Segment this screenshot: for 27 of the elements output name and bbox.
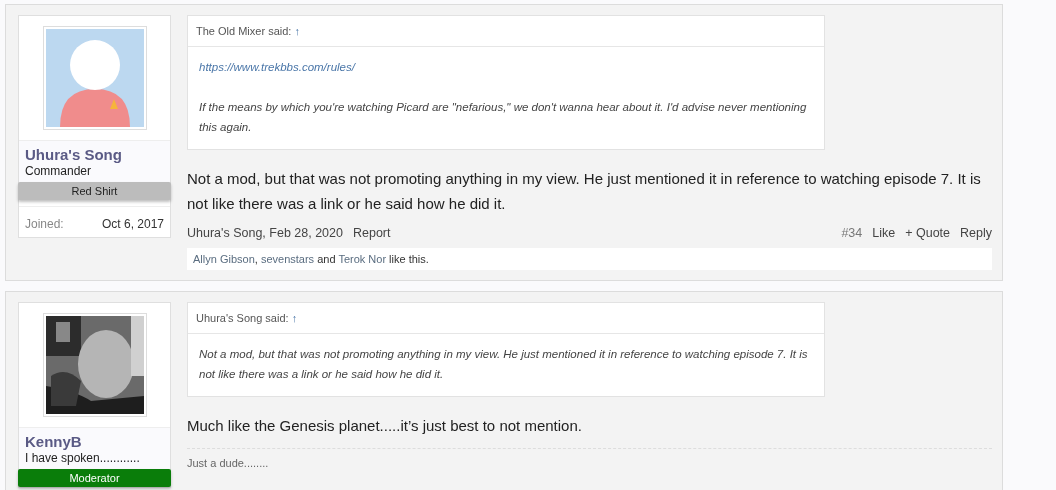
username-link[interactable]: KennyB — [25, 433, 164, 450]
message-text: Not a mod, but that was not promoting anything in my view. He just mentioned it in reference to watching episode 7. It is not like there was a link or he said how he did it. — [187, 169, 982, 214]
post-author-date[interactable]: Uhura's Song, Feb 28, 2020 — [187, 226, 343, 240]
joined-date: Oct 6, 2017 — [101, 217, 164, 231]
message-text: Much like the Genesis planet.....it’s just best to not mention. — [187, 416, 583, 436]
user-title: Commander — [25, 164, 93, 178]
reply-link[interactable]: Reply — [960, 226, 992, 240]
username-link[interactable]: Uhura's Song — [25, 146, 164, 163]
likes-summary: Allyn Gibson, sevenstars and Terok Nor like this. — [187, 248, 992, 270]
quote-attribution[interactable]: The Old Mixer said: ↑ — [188, 16, 824, 47]
quote-link[interactable]: https://www.trekbbs.com/rules/ — [199, 57, 813, 77]
user-banner: Moderator — [18, 469, 171, 487]
quote-text: Not a mod, but that was not promoting anything in my view. He just mentioned it in reference to watching episode 7. It is not like there was a link or he said how he did it. — [199, 347, 809, 382]
avatar-silhouette-icon — [45, 29, 144, 127]
user-link[interactable]: Allyn Gibson — [193, 253, 255, 265]
user-banner: Red Shirt — [18, 182, 171, 200]
quote-attribution[interactable]: Uhura's Song said: ↑ — [188, 303, 824, 334]
report-link[interactable]: Report — [352, 226, 391, 240]
signature-text: Just a dude........ — [187, 448, 992, 469]
user-link[interactable]: sevenstars — [260, 253, 315, 265]
user-link[interactable]: Terok Nor — [338, 253, 387, 265]
quote-text: If the means by which you're watching Picard are "nefarious," we don't wanna hear about it. I'd advise never mentioning this again. — [199, 100, 808, 135]
post-number-link[interactable]: #34 — [841, 226, 863, 240]
like-link[interactable]: Like — [872, 226, 896, 240]
user-title: I have spoken............ — [25, 451, 141, 465]
quote-link[interactable]: + Quote — [905, 226, 951, 240]
joined-label: Joined: — [25, 217, 64, 231]
